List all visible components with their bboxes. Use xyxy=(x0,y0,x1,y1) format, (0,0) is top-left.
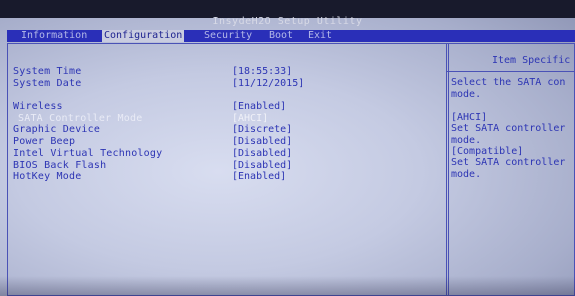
menu-boot[interactable]: Boot xyxy=(267,30,295,42)
menu-configuration[interactable]: Configuration xyxy=(102,30,185,42)
setting-graphic-device-label[interactable]: Graphic Device xyxy=(13,124,100,136)
menu-information[interactable]: Information xyxy=(19,30,89,42)
help-line: Select the SATA con xyxy=(451,77,566,88)
bios-title: InsydeH2O Setup Utility xyxy=(212,16,363,27)
help-line: mode. xyxy=(451,169,482,180)
setting-hotkey-mode-label[interactable]: HotKey Mode xyxy=(13,171,81,183)
setting-intel-virtual-technology-label[interactable]: Intel Virtual Technology xyxy=(13,148,162,160)
menu-bar: Information Configuration Security Boot … xyxy=(7,30,575,42)
setting-intel-virtual-technology-value[interactable]: [Disabled] xyxy=(232,148,292,160)
bios-screen: InsydeH2O Setup Utility Information Conf… xyxy=(0,0,575,296)
setting-system-time-label: System Time xyxy=(13,66,82,77)
help-line: Set SATA controller xyxy=(451,123,566,134)
setting-system-date-value[interactable]: [11/12/2015] xyxy=(232,78,304,90)
help-line: Set SATA controller xyxy=(451,157,566,168)
setting-graphic-device-value[interactable]: [Discrete] xyxy=(232,124,292,136)
setting-system-time-value[interactable]: [18:55:33] xyxy=(232,66,292,78)
setting-wireless-value[interactable]: [Enabled] xyxy=(232,101,286,113)
setting-power-beep-value[interactable]: [Disabled] xyxy=(232,136,292,148)
menu-security[interactable]: Security xyxy=(202,30,254,42)
setting-system-date-label: System Date xyxy=(13,78,82,89)
setting-hotkey-mode-value[interactable]: [Enabled] xyxy=(232,171,286,183)
menu-exit[interactable]: Exit xyxy=(306,30,334,42)
help-line: mode. xyxy=(451,89,482,100)
setting-wireless-label[interactable]: Wireless xyxy=(13,101,63,113)
bottom-shadow xyxy=(0,276,575,296)
setting-power-beep-label[interactable]: Power Beep xyxy=(13,136,75,148)
help-title: Item Specific xyxy=(492,55,571,66)
